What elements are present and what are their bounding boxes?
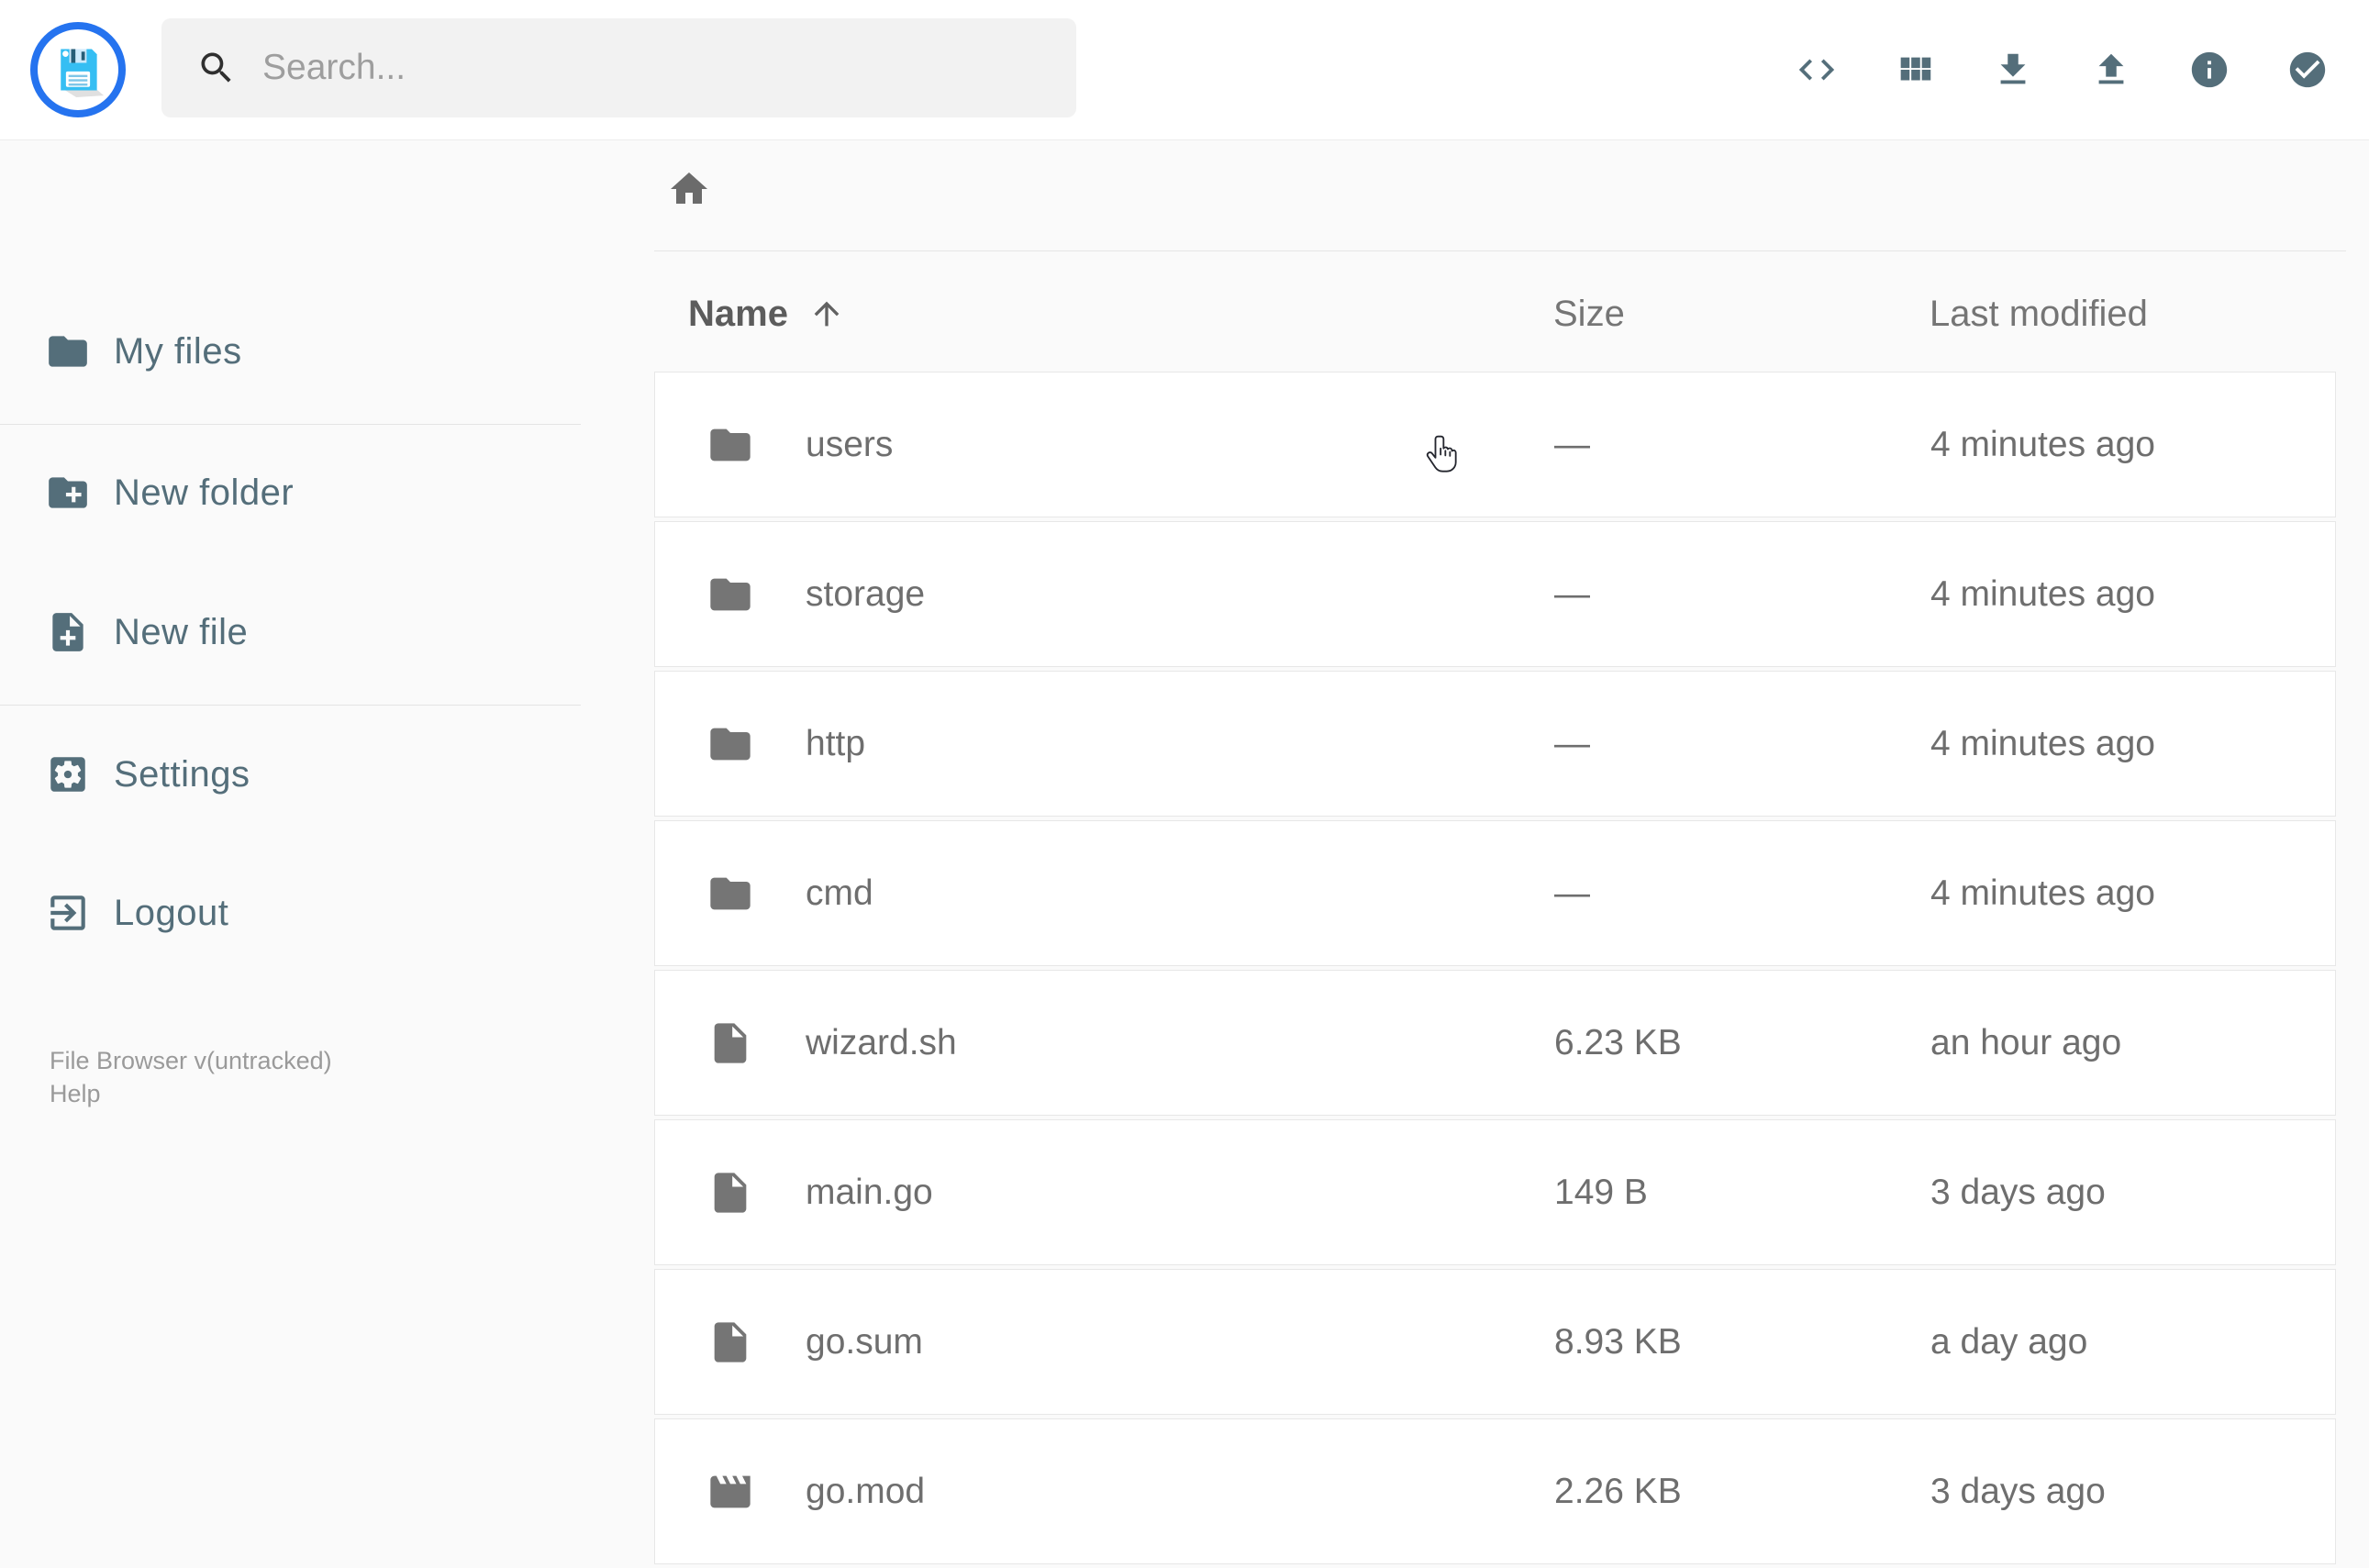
select-button[interactable] — [2286, 49, 2329, 91]
sidebar-item-new-file[interactable]: New file — [0, 582, 587, 683]
toolbar — [1796, 0, 2329, 139]
file-name: main.go — [806, 1172, 933, 1212]
file-name: cmd — [806, 873, 873, 913]
download-button[interactable] — [1992, 49, 2034, 91]
file-name: http — [806, 723, 866, 763]
info-button[interactable] — [2188, 49, 2230, 91]
divider — [0, 424, 581, 425]
search-input[interactable] — [261, 47, 1049, 89]
file-row[interactable]: storage — 4 minutes ago — [654, 521, 2336, 667]
file-list: users — 4 minutes ago storage — 4 minute… — [654, 372, 2336, 1568]
file-size: — — [1554, 723, 1590, 763]
search-icon — [201, 52, 231, 83]
sidebar-item-label: My files — [114, 330, 242, 372]
file-size: — — [1554, 424, 1590, 464]
sidebar-item-label: Logout — [114, 892, 229, 933]
file-row[interactable]: cmd — 4 minutes ago — [654, 820, 2336, 966]
file-size: 149 B — [1554, 1172, 1648, 1212]
column-header-name[interactable]: Name — [688, 281, 845, 347]
sidebar-item-logout[interactable]: Logout — [0, 862, 587, 963]
file-icon — [714, 1022, 747, 1063]
topbar — [0, 0, 2369, 140]
view-grid-icon — [1900, 57, 1931, 81]
file-size: 2.26 KB — [1554, 1471, 1682, 1511]
home-icon — [671, 172, 707, 204]
breadcrumb-home-button[interactable] — [667, 167, 711, 211]
download-icon — [2000, 53, 2026, 84]
file-modified: 3 days ago — [1930, 1471, 2106, 1511]
sidebar-item-settings[interactable]: Settings — [0, 724, 587, 825]
folder-icon — [710, 578, 751, 610]
code-view-button[interactable] — [1796, 49, 1838, 91]
file-modified: a day ago — [1930, 1321, 2088, 1362]
sidebar: My files New folder New file Settings Lo… — [0, 139, 587, 1523]
code-icon — [1798, 59, 1835, 81]
sidebar-item-my-files[interactable]: My files — [0, 301, 587, 402]
file-modified: 3 days ago — [1930, 1172, 2106, 1212]
file-modified: 4 minutes ago — [1930, 424, 2155, 464]
file-name: users — [806, 424, 894, 464]
column-header-modified[interactable]: Last modified — [1930, 281, 2148, 347]
file-row[interactable]: go.sum 8.93 KB a day ago — [654, 1269, 2336, 1415]
logout-icon — [50, 895, 85, 930]
folder-icon — [49, 336, 87, 367]
app-logo[interactable] — [30, 22, 126, 117]
file-row[interactable]: http — 4 minutes ago — [654, 671, 2336, 817]
file-modified: 4 minutes ago — [1930, 873, 2155, 913]
file-name: go.sum — [806, 1321, 923, 1362]
help-link[interactable]: Help — [50, 1077, 101, 1110]
file-icon — [714, 1321, 747, 1362]
list-header: Name Size Last modified — [654, 281, 2336, 347]
column-header-size[interactable]: Size — [1553, 281, 1625, 347]
divider — [0, 705, 581, 706]
file-modified: an hour ago — [1930, 1022, 2122, 1062]
file-modified: 4 minutes ago — [1930, 573, 2155, 614]
upload-button[interactable] — [2090, 49, 2132, 91]
movie-icon — [710, 1475, 751, 1507]
file-size: 6.23 KB — [1554, 1022, 1682, 1062]
file-name: wizard.sh — [806, 1022, 957, 1062]
settings-icon — [50, 757, 85, 792]
floppy-disk-icon — [61, 49, 105, 97]
app-version: File Browser v(untracked) — [50, 1047, 332, 1074]
sort-ascending-icon — [814, 301, 840, 327]
folder-icon — [710, 728, 751, 760]
sidebar-footer: File Browser v(untracked) Help — [50, 1044, 332, 1110]
file-name: storage — [806, 573, 926, 614]
folder-icon — [710, 877, 751, 909]
file-row[interactable]: go.mod 2.26 KB 3 days ago — [654, 1418, 2336, 1564]
upload-icon — [2098, 53, 2124, 84]
note-add-icon — [52, 613, 83, 651]
file-row[interactable]: wizard.sh 6.23 KB an hour ago — [654, 970, 2336, 1116]
file-size: 8.93 KB — [1554, 1321, 1682, 1362]
sidebar-item-label: New file — [114, 611, 249, 652]
grid-view-button[interactable] — [1894, 49, 1936, 91]
file-name: go.mod — [806, 1471, 926, 1511]
file-row[interactable]: main.go 149 B 3 days ago — [654, 1119, 2336, 1265]
sidebar-item-new-folder[interactable]: New folder — [0, 442, 587, 543]
sidebar-item-label: New folder — [114, 472, 295, 513]
file-icon — [714, 1172, 747, 1213]
search-bar[interactable] — [161, 18, 1076, 117]
file-row[interactable]: users — 4 minutes ago — [654, 372, 2336, 517]
file-listing-area: Name Size Last modified users — 4 minute… — [587, 139, 2369, 1564]
create-new-folder-icon — [49, 477, 87, 508]
info-icon — [2191, 51, 2228, 88]
file-size: — — [1554, 873, 1590, 913]
check-circle-icon — [2289, 51, 2326, 88]
file-modified: 4 minutes ago — [1930, 723, 2155, 763]
folder-icon — [710, 428, 751, 461]
file-size: — — [1554, 573, 1590, 614]
sidebar-item-label: Settings — [114, 753, 250, 795]
divider — [654, 250, 2346, 251]
